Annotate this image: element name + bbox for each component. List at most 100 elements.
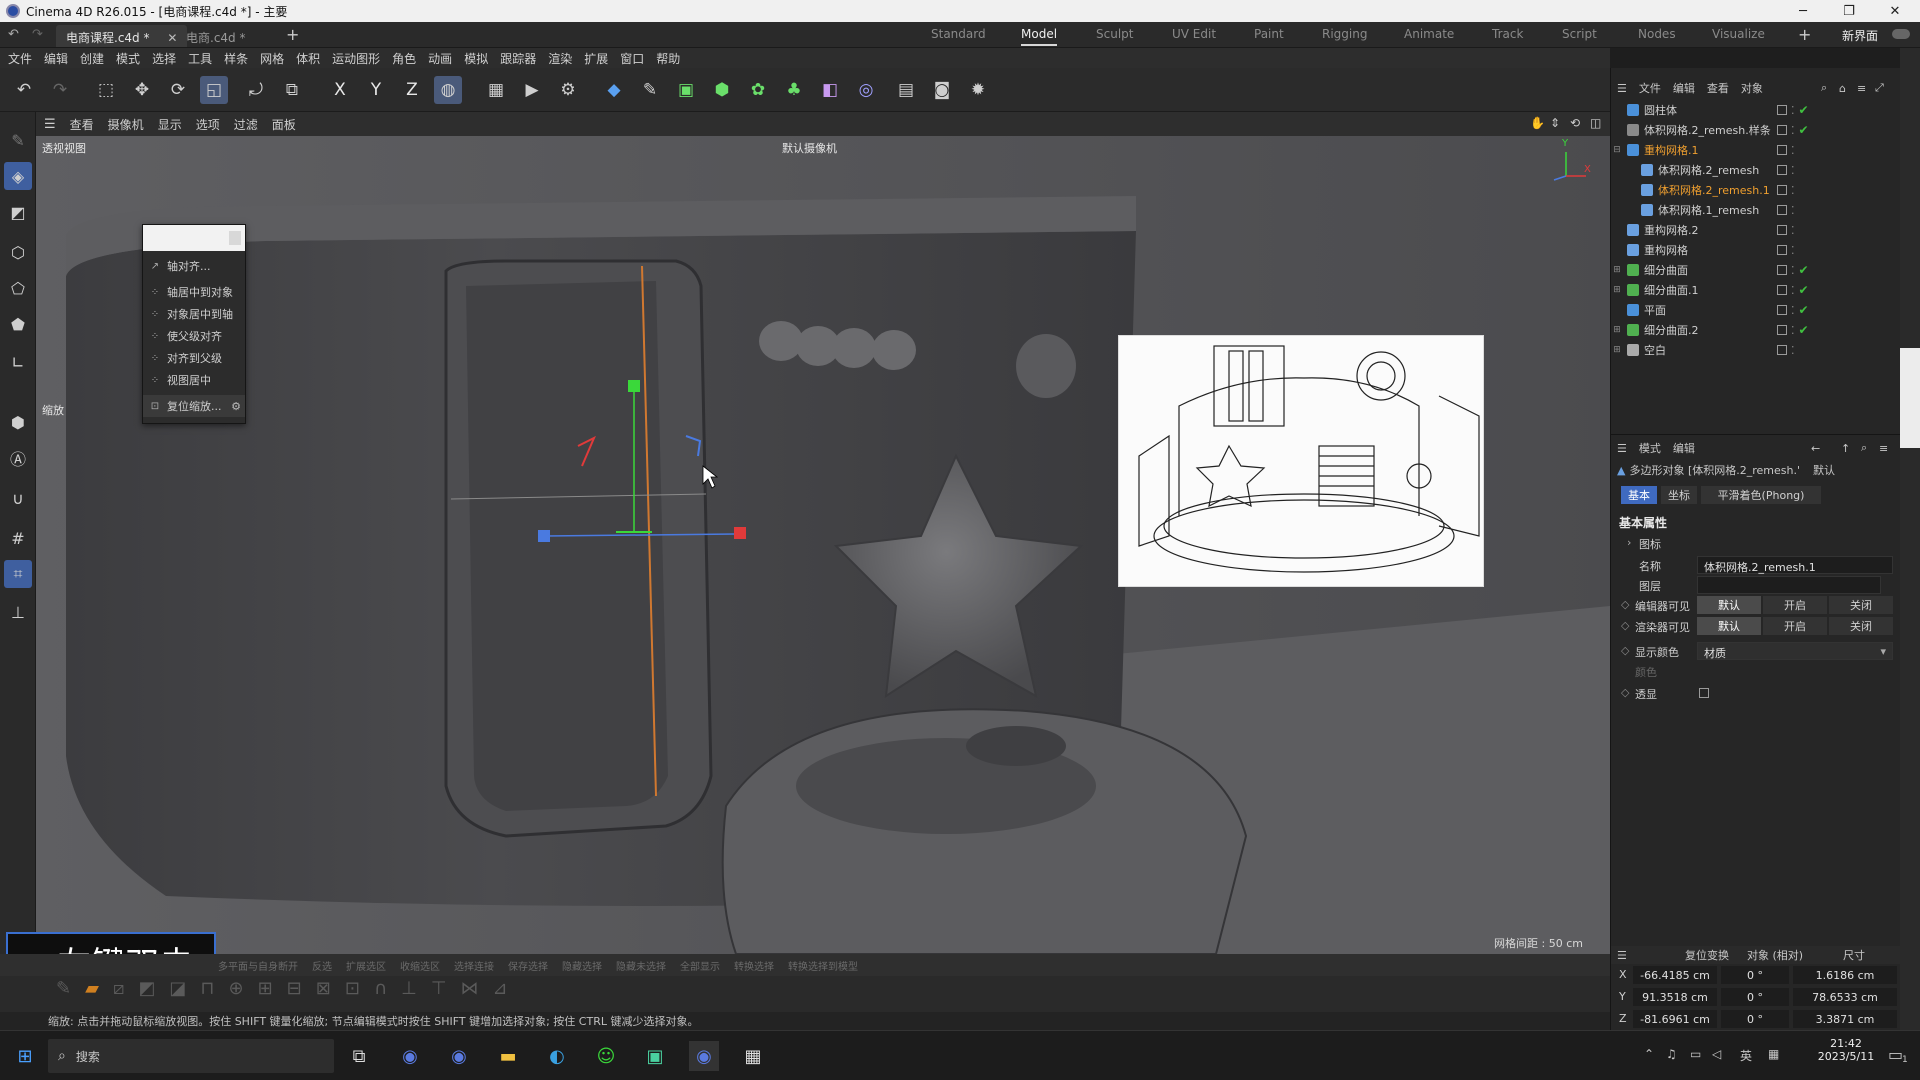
viewport-menu-cameras[interactable]: 摄像机	[108, 116, 144, 133]
object-row[interactable]: 重构网格 ⁚	[1611, 240, 1901, 260]
tool-label[interactable]: 隐藏未选择	[616, 958, 666, 973]
coordinates-menu-icon[interactable]: ☰	[1617, 949, 1627, 962]
c4d-taskbar-icon[interactable]: ◉	[395, 1041, 425, 1071]
visibility-dots-icon[interactable]: ⁚	[1791, 344, 1795, 357]
menu-item-align-to-parent[interactable]: ⁘ 对齐到父级	[143, 347, 245, 369]
file-explorer-icon[interactable]: ▬	[493, 1041, 523, 1071]
live-selection-icon[interactable]: ⬚	[92, 76, 120, 104]
render-visible-off[interactable]: 关闭	[1829, 617, 1893, 635]
extrude-tool-icon[interactable]: ◪	[169, 978, 186, 999]
om-home-icon[interactable]: ⌂	[1839, 82, 1846, 95]
brush-icon[interactable]: ✎	[56, 978, 71, 999]
perspective-viewport[interactable]: 透视视图 默认摄像机 Y X 缩放 网格间距 : 50 cm ↗ 轴对齐... …	[36, 136, 1610, 954]
subdivision-surface-icon[interactable]: ▣	[672, 76, 700, 104]
enabled-check-icon[interactable]: ✔	[1799, 283, 1809, 297]
viewport-menu-options[interactable]: 选项	[196, 116, 220, 133]
om-filter-icon[interactable]: ≡	[1857, 82, 1866, 95]
visibility-dots-icon[interactable]: ⁚	[1791, 104, 1795, 117]
maximize-button[interactable]: ❐	[1826, 0, 1872, 22]
editor-visible-off[interactable]: 关闭	[1829, 596, 1893, 614]
layout-tab-model[interactable]: Model	[1021, 27, 1058, 46]
rotation-field[interactable]: 0 °	[1721, 988, 1789, 1006]
add-layout-icon[interactable]: +	[1798, 25, 1811, 44]
tab-basic[interactable]: 基本	[1621, 486, 1657, 504]
redo-icon[interactable]: ↷	[46, 76, 74, 104]
minimize-button[interactable]: ─	[1780, 0, 1826, 22]
om-menu-view[interactable]: 查看	[1707, 80, 1729, 96]
layout-tab-paint[interactable]: Paint	[1254, 27, 1284, 41]
tool-label[interactable]: 转换选择	[734, 958, 774, 973]
undo-icon[interactable]: ↶	[10, 76, 38, 104]
edges-mode-icon[interactable]: ⬠	[4, 274, 32, 302]
layer-toggle[interactable]	[1777, 285, 1787, 295]
deformer-icon[interactable]: ◧	[816, 76, 844, 104]
menu-file[interactable]: 文件	[8, 50, 32, 67]
world-coordinates-icon[interactable]: ◍	[434, 76, 462, 104]
scale-object-icon[interactable]: ⧉	[278, 76, 306, 104]
tool-label[interactable]: 扩展选区	[346, 958, 386, 973]
layout-tab-nodes[interactable]: Nodes	[1638, 27, 1676, 41]
menu-mograph[interactable]: 运动图形	[332, 50, 380, 67]
smooth-icon[interactable]: ⊡	[345, 978, 360, 999]
tool-label[interactable]: 多平面与自身断开	[218, 958, 298, 973]
solo-mode-icon[interactable]: ⬢	[4, 408, 32, 436]
paint-bucket-icon[interactable]: ▰	[85, 978, 99, 999]
expand-toggle-icon[interactable]: ⊞	[1611, 325, 1623, 335]
polygons-mode-icon[interactable]: ⬟	[4, 310, 32, 338]
volume-icon[interactable]: ◁	[1712, 1047, 1721, 1061]
object-row[interactable]: 平面 ⁚ ✔	[1611, 300, 1901, 320]
calendar-icon[interactable]: ▦	[1768, 1047, 1779, 1061]
tab-coordinates[interactable]: 坐标	[1661, 486, 1697, 504]
layer-toggle[interactable]	[1777, 165, 1787, 175]
object-row[interactable]: ⊞ 空白 ⁚	[1611, 340, 1901, 360]
object-row[interactable]: ⊟ 重构网格.1 ⁚	[1611, 140, 1901, 160]
layout-tab-script[interactable]: Script	[1562, 27, 1597, 41]
render-visible-default[interactable]: 默认	[1697, 617, 1761, 635]
file-tab[interactable]: 电商.c4d *	[176, 25, 255, 47]
mograph-icon[interactable]: ♣	[780, 76, 808, 104]
enabled-check-icon[interactable]: ✔	[1799, 103, 1809, 117]
om-search-icon[interactable]: ⌕	[1821, 81, 1827, 95]
layer-field[interactable]	[1697, 576, 1881, 594]
layout-tab-sculpt[interactable]: Sculpt	[1096, 27, 1133, 41]
bevel-icon[interactable]: ◩	[138, 978, 155, 999]
floor-icon[interactable]: ▤	[892, 76, 920, 104]
weld-icon[interactable]: ⊕	[228, 978, 243, 999]
edge-browser-icon[interactable]: ◐	[542, 1041, 572, 1071]
camera-icon[interactable]: ◙	[928, 76, 956, 104]
iron-icon[interactable]: ⊠	[316, 978, 331, 999]
x-axis-lock[interactable]: X	[326, 76, 354, 104]
layer-toggle[interactable]	[1777, 305, 1787, 315]
tool-label[interactable]: 保存选择	[508, 958, 548, 973]
visibility-dots-icon[interactable]: ⁚	[1791, 284, 1795, 297]
menu-extensions[interactable]: 扩展	[584, 50, 608, 67]
enabled-check-icon[interactable]: ✔	[1799, 303, 1809, 317]
render-visible-on[interactable]: 开启	[1763, 617, 1827, 635]
rotate-icon[interactable]: ⟳	[164, 76, 192, 104]
snap-magnet-icon[interactable]: ∪	[4, 484, 32, 512]
align-normals-icon[interactable]: ⊤	[431, 978, 447, 999]
object-row[interactable]: 体积网格.2_remesh.样条 ⁚ ✔	[1611, 120, 1901, 140]
menu-item-center-view[interactable]: ⁘ 视图居中	[143, 369, 245, 391]
clock[interactable]: 21:42 2023/5/11	[1806, 1037, 1886, 1063]
attr-menu-edit[interactable]: 编辑	[1673, 440, 1695, 456]
om-expand-icon[interactable]: ⤢	[1875, 81, 1884, 95]
visibility-dots-icon[interactable]: ⁚	[1791, 204, 1795, 217]
menu-mode[interactable]: 模式	[116, 50, 140, 67]
expand-toggle-icon[interactable]: ⊟	[1611, 145, 1623, 155]
maximize-view-icon[interactable]: ◫	[1590, 116, 1601, 130]
wechat-icon[interactable]: ☺	[591, 1041, 621, 1071]
z-axis-lock[interactable]: Z	[398, 76, 426, 104]
keyframe-diamond-icon[interactable]: ◇	[1621, 644, 1629, 657]
transform-icon[interactable]: ⤾	[242, 76, 270, 104]
layer-toggle[interactable]	[1777, 185, 1787, 195]
tool-label[interactable]: 选择连接	[454, 958, 494, 973]
slide-icon[interactable]: ⊟	[287, 978, 302, 999]
layer-toggle[interactable]	[1777, 145, 1787, 155]
keyframe-diamond-icon[interactable]: ◇	[1621, 686, 1629, 699]
menu-spline[interactable]: 样条	[224, 50, 248, 67]
windows-start-icon[interactable]: ⊞	[10, 1041, 40, 1071]
texture-mode-icon[interactable]: ◩	[4, 198, 32, 226]
size-field[interactable]: 3.3871 cm	[1793, 1010, 1897, 1028]
visibility-dots-icon[interactable]: ⁚	[1791, 144, 1795, 157]
